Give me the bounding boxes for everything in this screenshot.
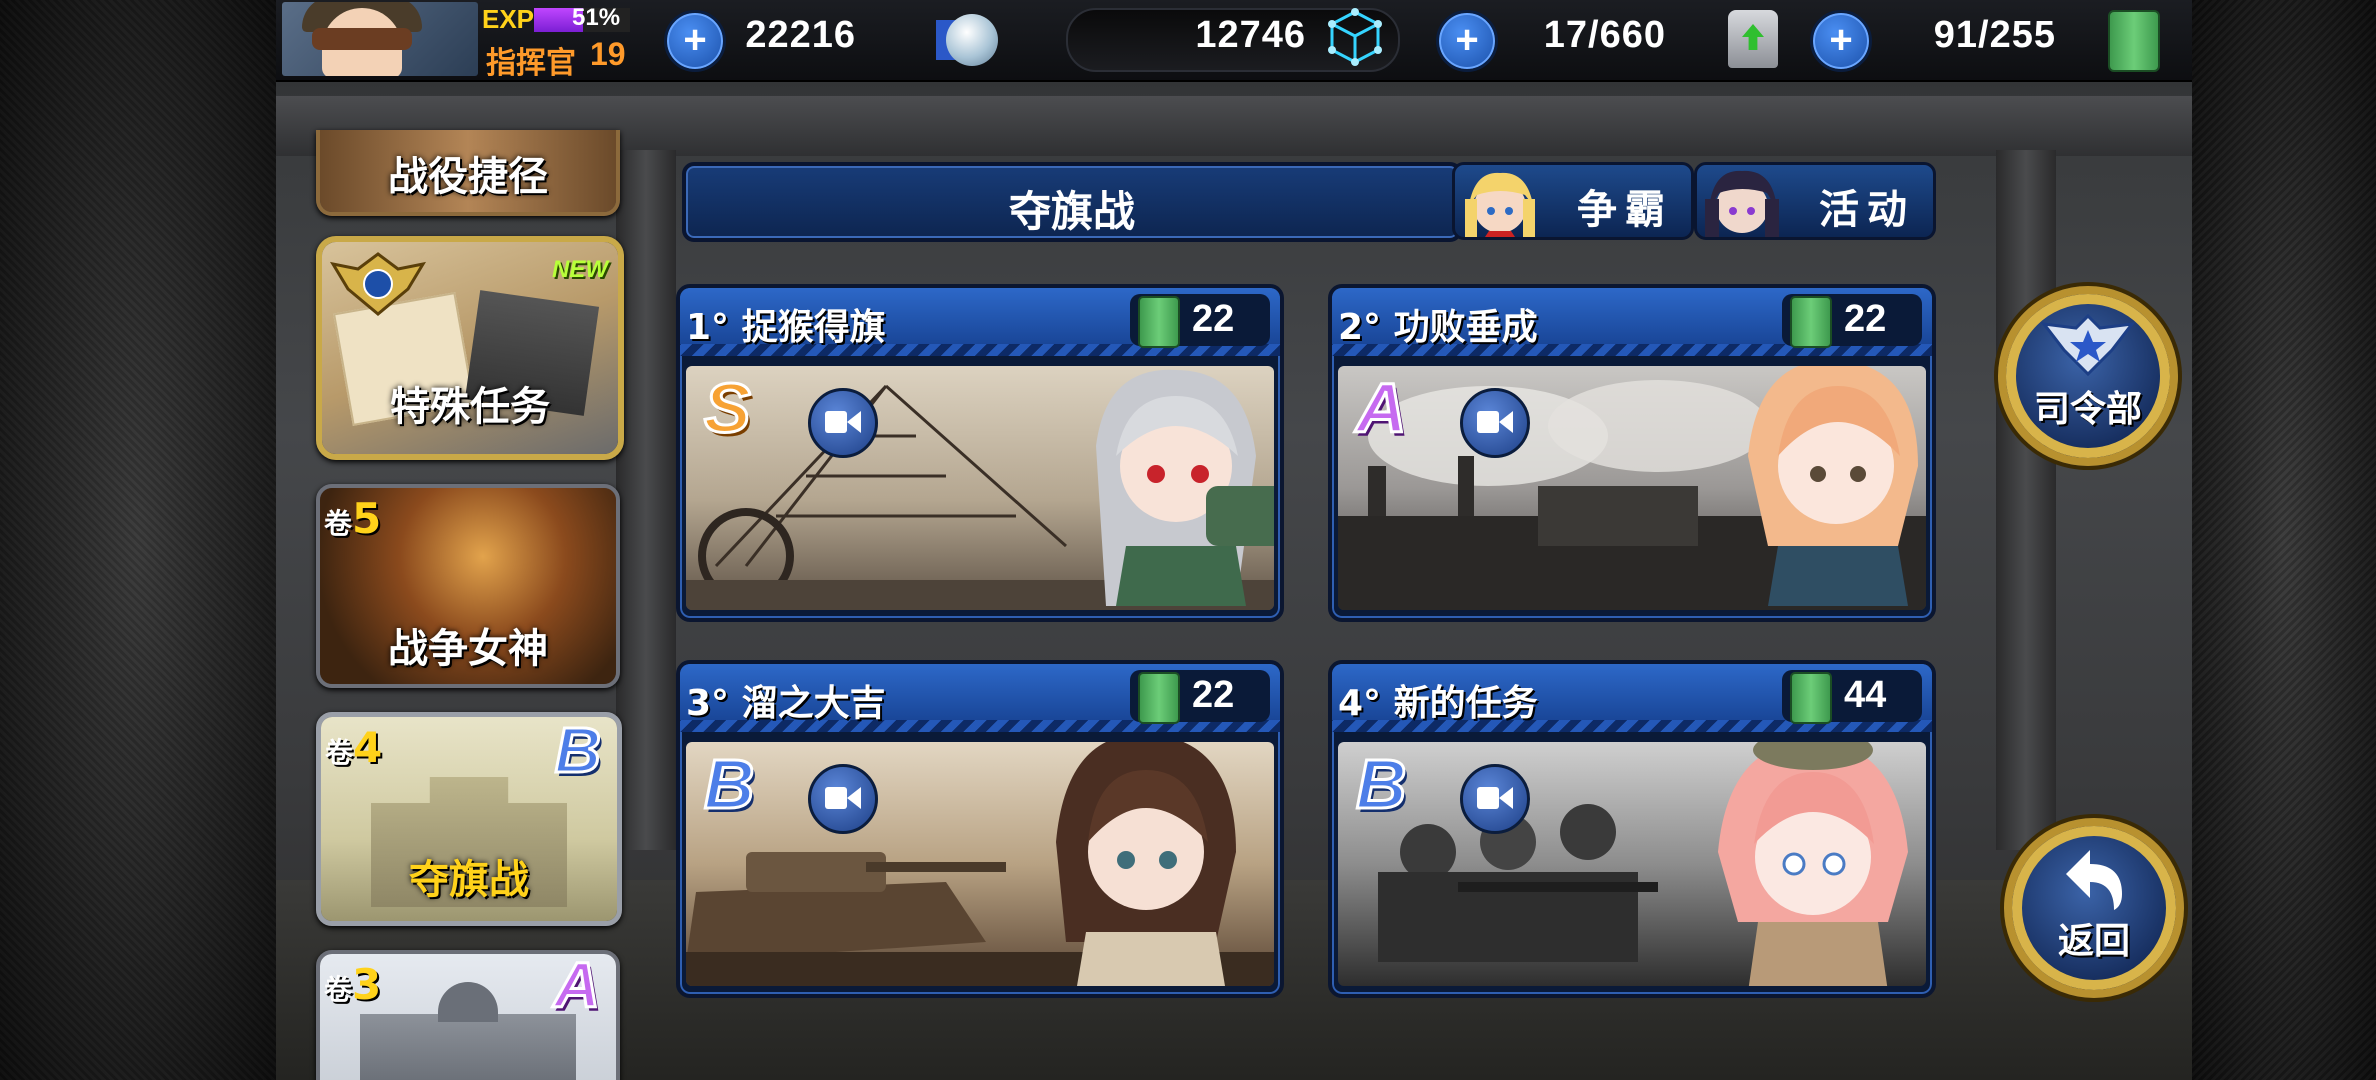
menu-volume-3[interactable]: 卷3 A [316,950,620,1080]
mission-cost-value: 22 [1192,298,1235,340]
mission-image [1338,366,1926,610]
fuel-can-icon [1790,296,1832,348]
mission-cost-value: 22 [1844,298,1887,340]
mission-image [1338,742,1926,986]
capitol-building-image [360,1014,576,1080]
mission-image [686,366,1274,610]
menu-capture-flag[interactable]: 卷4 B 夺旗战 [316,712,622,926]
hq-button-label: 司令部 [2033,389,2142,430]
add-fuel-button[interactable]: + [1810,10,1872,72]
cube-value: 12746 [1195,14,1306,56]
fuel-can-icon [2108,10,2160,72]
mission-image [686,742,1274,986]
menu-campaign-shortcut[interactable]: 战役捷径 [316,130,620,216]
video-camera-icon[interactable] [808,388,878,458]
paint-value: 17/660 [1543,14,1666,56]
right-backdrop [2192,0,2376,1080]
volume-badge: 卷5 [324,494,382,543]
tab-conquest-label: 争霸 [1577,187,1673,233]
fuel-can-icon [1138,672,1180,724]
mission-card-1[interactable]: 1° 捉猴得旗 22 S [676,284,1284,622]
hangar-pillar [1996,150,2056,850]
fuel-value: 91/255 [1933,14,2056,56]
page-title: 夺旗战 [1008,187,1135,236]
brown-hair-girl-character [1056,742,1236,986]
mission-card-4[interactable]: 4° 新的任务 44 B [1328,660,1936,998]
grade-b-badge: B [553,714,602,788]
page-title-bar: 夺旗战 [682,162,1462,242]
video-camera-icon[interactable] [1460,388,1530,458]
silver-hair-girl-character [1096,369,1274,606]
new-badge: NEW [552,256,608,283]
grade-a-badge: A [1355,368,1409,449]
blue-cube-icon [1328,8,1382,66]
add-paint-button[interactable]: + [1436,10,1498,72]
mission-name: 3° 溜之大吉 [686,683,886,724]
mission-cost-value: 44 [1844,674,1887,716]
menu-war-goddess-label: 战争女神 [388,626,548,672]
tab-events[interactable]: 活动 [1694,162,1936,240]
game-screen: EXP 51% 指挥官 19 + 22216 12746 + 17/660 + … [276,0,2192,1080]
pink-hair-girl-character [1718,742,1908,986]
tab-conquest[interactable]: 争霸 [1452,162,1694,240]
grade-a-badge: A [552,950,601,1023]
mission-card-2[interactable]: 2° 功败垂成 22 A [1328,284,1936,622]
mission-cost: 22 [1130,670,1270,724]
hq-button[interactable]: 司令部 [1998,286,2178,466]
grade-b-badge: B [703,744,757,825]
menu-special-mission[interactable]: NEW 特殊任务 [316,236,624,460]
winged-star-icon [2040,313,2136,377]
fuel-can-icon [1790,672,1832,724]
grade-b-badge: B [1355,744,1409,825]
add-silver-button[interactable]: + [664,10,726,72]
menu-capture-flag-label: 夺旗战 [409,857,529,903]
video-camera-icon[interactable] [1460,764,1530,834]
orange-hair-girl-character [1748,366,1918,606]
fuel-can-icon [1138,296,1180,348]
gold-eagle-emblem-icon [329,252,427,316]
tab-events-label: 活动 [1819,187,1915,233]
back-button[interactable]: 返回 [2004,818,2184,998]
mission-cost: 22 [1782,294,1922,348]
rank-label: 指挥官 [486,46,576,81]
top-bar: EXP 51% 指挥官 19 + 22216 12746 + 17/660 + … [276,0,2192,82]
volume-badge: 卷3 [324,960,382,1009]
hangar-pillar [616,150,676,850]
blonde-girl-portrait-icon [1465,172,1535,237]
dark-hair-girl-portrait-icon [1705,170,1779,237]
menu-campaign-shortcut-label: 战役捷径 [388,154,548,200]
paint-bucket-icon [1728,10,1778,68]
silver-value: 22216 [745,14,856,56]
mission-name: 1° 捉猴得旗 [686,307,886,348]
grade-s-badge: S [703,368,753,449]
mission-card-3[interactable]: 3° 溜之大吉 22 B [676,660,1284,998]
volume-badge: 卷4 [325,723,383,772]
left-backdrop [0,0,276,1080]
video-camera-icon[interactable] [808,764,878,834]
mission-cost-value: 22 [1192,674,1235,716]
back-button-label: 返回 [2057,921,2130,962]
mission-cost: 44 [1782,670,1922,724]
silver-coin-icon [946,14,998,66]
mission-name: 4° 新的任务 [1338,683,1538,724]
commander-avatar[interactable] [282,2,478,76]
exp-percent: 51% [572,4,621,31]
mission-cost: 22 [1130,294,1270,348]
mission-name: 2° 功败垂成 [1338,307,1538,348]
exp-label: EXP [482,4,535,34]
menu-war-goddess[interactable]: 卷5 战争女神 [316,484,620,688]
menu-special-mission-label: 特殊任务 [390,384,550,430]
player-level: 19 [590,36,626,72]
return-arrow-icon [2066,850,2122,910]
